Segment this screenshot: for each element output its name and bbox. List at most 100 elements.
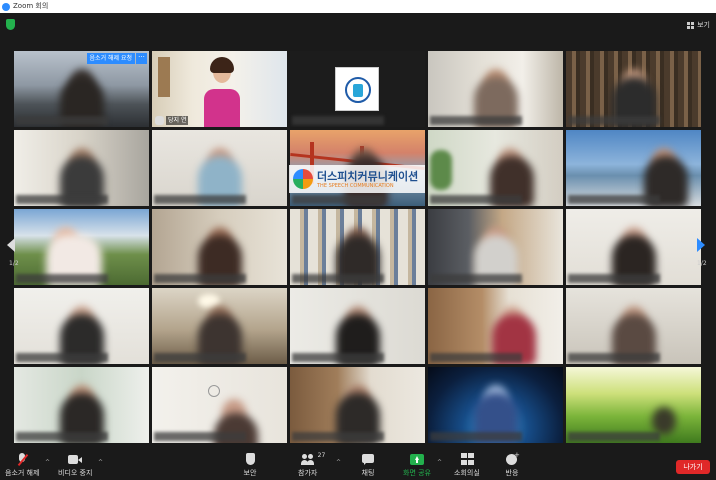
chat-label: 채팅: [361, 469, 375, 477]
view-button[interactable]: 보기: [687, 18, 710, 32]
participant-tile[interactable]: [14, 288, 149, 364]
participant-name-label: [430, 432, 522, 441]
participant-name-label: 당지 연: [166, 116, 189, 125]
participants-label: 참가자: [298, 469, 318, 477]
participant-tile[interactable]: [14, 209, 149, 285]
participant-name-label: [16, 274, 108, 283]
breakout-rooms-icon: [460, 453, 474, 466]
participants-button[interactable]: 27 참가자: [298, 452, 325, 478]
participant-tile[interactable]: [290, 367, 425, 443]
participant-name-label: [430, 116, 522, 125]
participant-tile-active-speaker[interactable]: 당지 연: [152, 51, 287, 127]
video-camera-icon: [68, 453, 83, 466]
more-options-button[interactable]: ···: [136, 53, 147, 64]
unmute-request-badge[interactable]: 음소거 해제 요청: [86, 53, 135, 64]
participant-tile[interactable]: [566, 51, 701, 127]
participant-name-label: [568, 195, 660, 204]
security-button[interactable]: 보안: [243, 453, 257, 478]
encryption-shield-icon[interactable]: [6, 19, 15, 30]
chat-button[interactable]: 채팅: [361, 453, 375, 478]
organization-logo: [335, 67, 379, 111]
participant-name-label: [154, 195, 246, 204]
breakout-rooms-button[interactable]: 소회의실: [454, 453, 480, 478]
participant-name-label: [430, 274, 522, 283]
participant-tile[interactable]: [290, 288, 425, 364]
view-label: 보기: [697, 21, 710, 29]
reaction-emoji-icon: +: [505, 451, 520, 466]
zoom-app-icon: [2, 2, 10, 11]
share-screen-label: 화면 공유: [403, 469, 431, 477]
stop-video-label: 비디오 중지: [58, 469, 93, 477]
participant-name-label: [154, 274, 246, 283]
window-title: Zoom 회의: [13, 2, 49, 10]
participant-name-label: [568, 353, 660, 362]
watermark-korean-text: 더스피치커뮤니케이션: [317, 169, 419, 183]
video-options-caret-icon[interactable]: ^: [98, 459, 103, 466]
next-page-arrow-icon[interactable]: [697, 238, 705, 252]
watermark-english-text: THE SPEECH COMMUNICATION: [317, 182, 394, 189]
muted-microphone-icon: [15, 453, 29, 467]
participant-name-label: [16, 432, 108, 441]
participant-name-label: [430, 195, 522, 204]
breakout-rooms-label: 소회의실: [454, 469, 480, 477]
participants-count: 27: [317, 452, 326, 459]
participant-tile[interactable]: [152, 288, 287, 364]
share-options-caret-icon[interactable]: ^: [437, 459, 442, 466]
participant-tile[interactable]: [152, 130, 287, 206]
muted-mic-icon: [155, 116, 164, 125]
participant-tile[interactable]: [14, 367, 149, 443]
participant-name-label: [568, 274, 660, 283]
unmute-button[interactable]: 음소거 해제: [5, 453, 39, 478]
grid-view-icon: [687, 21, 695, 29]
participant-tile[interactable]: [566, 130, 701, 206]
participant-tile[interactable]: [152, 367, 287, 443]
participant-tile[interactable]: [566, 367, 701, 443]
previous-page-arrow-icon[interactable]: [7, 238, 15, 252]
participant-name-label: [568, 432, 660, 441]
window-titlebar: Zoom 회의: [0, 0, 716, 13]
audio-options-caret-icon[interactable]: ^: [45, 459, 50, 466]
participant-name-label: [16, 116, 108, 125]
leave-meeting-button[interactable]: 나가기: [676, 460, 710, 474]
participant-tile[interactable]: 음소거 해제 요청 ···: [14, 51, 149, 127]
stop-video-button[interactable]: 비디오 중지: [58, 453, 92, 478]
chat-bubble-icon: [361, 453, 375, 466]
participants-options-caret-icon[interactable]: ^: [336, 459, 341, 466]
participant-name-label: [292, 353, 384, 362]
participant-name-label: [154, 353, 246, 362]
watermark-overlay: 더스피치커뮤니케이션 THE SPEECH COMMUNICATION: [289, 165, 425, 193]
participant-tile[interactable]: [566, 209, 701, 285]
participant-name-label: [16, 353, 108, 362]
participant-tile[interactable]: [428, 367, 563, 443]
participant-tile[interactable]: [290, 209, 425, 285]
participants-icon: 27: [300, 452, 325, 466]
security-shield-icon: [243, 453, 257, 466]
participant-name-label: [292, 195, 384, 204]
meeting-topbar: 보기: [0, 13, 716, 37]
share-screen-button[interactable]: 화면 공유: [403, 453, 431, 478]
participant-name-label: [292, 116, 384, 125]
participant-tile[interactable]: [428, 288, 563, 364]
participant-name-label: [430, 353, 522, 362]
participant-tile[interactable]: [428, 130, 563, 206]
participant-tile[interactable]: [566, 288, 701, 364]
security-label: 보안: [243, 469, 257, 477]
company-logo-icon: [293, 169, 313, 189]
participant-tile[interactable]: [428, 209, 563, 285]
participant-tile[interactable]: [14, 130, 149, 206]
participant-tile[interactable]: [152, 209, 287, 285]
reactions-button[interactable]: + 반응: [505, 451, 520, 478]
share-screen-icon: [410, 453, 424, 466]
participant-name-label: [154, 432, 246, 441]
meeting-toolbar: 음소거 해제 ^ 비디오 중지 ^ 보안 27 참가자 ^ 채팅 화면 공유 ^…: [0, 450, 716, 480]
participant-name-label: [292, 274, 384, 283]
participant-name-label: [292, 432, 384, 441]
page-indicator-right: 1/2: [697, 260, 707, 267]
participant-tile[interactable]: [428, 51, 563, 127]
gallery-view: 음소거 해제 요청 ··· 당지 연: [14, 51, 702, 444]
unmute-label: 음소거 해제: [5, 469, 40, 477]
participant-name-label: [568, 116, 660, 125]
participant-tile[interactable]: [290, 51, 425, 127]
participant-name-label: [16, 195, 108, 204]
reactions-label: 반응: [505, 469, 519, 477]
